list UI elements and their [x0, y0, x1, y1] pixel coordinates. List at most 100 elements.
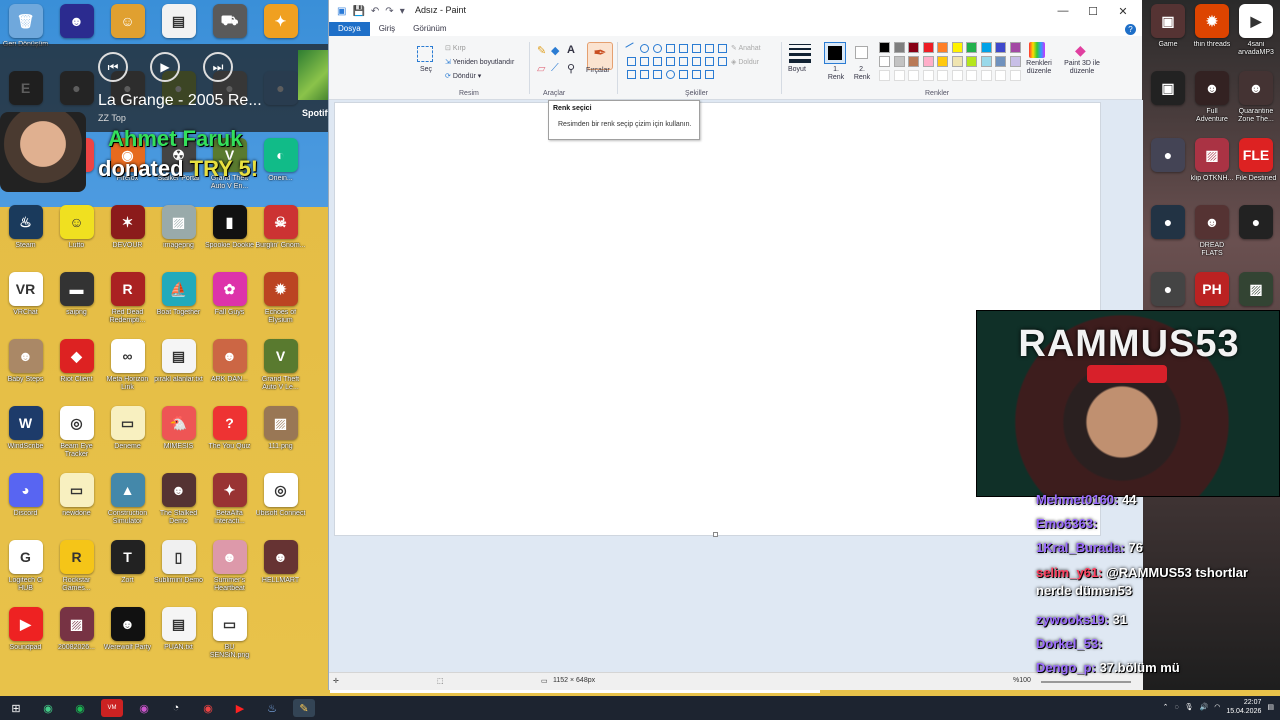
- shape-heart-icon[interactable]: [692, 70, 701, 79]
- desktop-icon-vrchat[interactable]: VR VRChat: [0, 268, 51, 335]
- desktop-icon-lutto[interactable]: ☺ Lutto: [51, 201, 102, 268]
- custom-color-slot[interactable]: [980, 70, 992, 81]
- fill-icon[interactable]: ◆: [551, 44, 559, 57]
- color-swatch[interactable]: [951, 42, 963, 53]
- minimize-button[interactable]: —: [1048, 0, 1078, 22]
- desktop-icon-game[interactable]: ▣ Game: [1146, 0, 1190, 67]
- youtube-taskbar-icon[interactable]: ▶: [229, 699, 251, 717]
- color-swatch[interactable]: [966, 56, 977, 67]
- magnifier-icon[interactable]: ⚲: [567, 62, 575, 75]
- shape-lightning-icon[interactable]: [705, 70, 714, 79]
- desktop-icon-hellmart[interactable]: ☻ HELLMART: [255, 536, 306, 603]
- desktop-icon-right-3[interactable]: ▣: [1146, 67, 1190, 134]
- shape-rounded-rectangle-icon[interactable]: [679, 44, 688, 53]
- color-swatch[interactable]: [908, 42, 919, 53]
- color-picker-icon[interactable]: ⟋: [551, 62, 559, 75]
- save-icon[interactable]: 💾: [352, 6, 364, 17]
- notification-icon[interactable]: ▤: [1267, 703, 1274, 711]
- brushes-button[interactable]: Fırçalar: [586, 67, 610, 74]
- color-swatch[interactable]: [893, 56, 905, 67]
- select-icon[interactable]: [417, 46, 433, 62]
- shape-star-5-icon[interactable]: [627, 70, 636, 79]
- shape-line-icon[interactable]: [625, 42, 638, 55]
- desktop-icon-right-9[interactable]: ●: [1146, 201, 1190, 268]
- color-swatch[interactable]: [995, 56, 1006, 67]
- pencil-icon[interactable]: ✎: [537, 44, 546, 57]
- desktop-icon-burglin-gnom[interactable]: ☠ Burglin' Gnom...: [255, 201, 306, 268]
- desktop-icon-meta-horizon-link[interactable]: ∞ Meta Horizon Link: [102, 335, 153, 402]
- shape-star-4-icon[interactable]: [718, 57, 727, 66]
- color-swatch[interactable]: [980, 56, 992, 67]
- desktop-icon-thin-threads[interactable]: ✹ thin threads: [1190, 0, 1234, 67]
- desktop-icon-sublimini-demo[interactable]: ▯ Sublimini Demo: [153, 536, 204, 603]
- tab-file[interactable]: Dosya: [329, 22, 370, 36]
- desktop-icon-devour[interactable]: ✶ DEVOUR: [102, 201, 153, 268]
- desktop-icon-beam-eye-tracker[interactable]: ◎ Beam Eye Tracker: [51, 402, 102, 469]
- shape-arrow-left-icon[interactable]: [679, 57, 688, 66]
- shape-right-triangle-icon[interactable]: [718, 44, 727, 53]
- desktop-icon-fall-guys[interactable]: ✿ Fall Guys: [204, 268, 255, 335]
- voicemeeter-taskbar-icon[interactable]: VM: [101, 699, 123, 717]
- desktop-icon-windscribe[interactable]: W WindScribe: [0, 402, 51, 469]
- microphone-icon[interactable]: 🎙: [1185, 703, 1194, 711]
- custom-color-slot[interactable]: [893, 70, 905, 81]
- desktop-icon-echoes-of-elysium[interactable]: ✹ Echoes of Elysium: [255, 268, 306, 335]
- play-button[interactable]: ▶: [150, 52, 180, 82]
- shape-callout-rect-icon[interactable]: [653, 70, 662, 79]
- desktop-icon-spookie-dookie[interactable]: ▮ Spookie Dookie: [204, 201, 255, 268]
- color-swatch[interactable]: [922, 42, 934, 53]
- shape-callout-oval-icon[interactable]: [666, 70, 675, 79]
- desktop-icon-20082026[interactable]: ▨ 20082026...: [51, 603, 102, 670]
- tab-home[interactable]: Giriş: [370, 22, 404, 36]
- desktop-icon-betaalfa-interacti[interactable]: ✦ BetaAlfa Interacti...: [204, 469, 255, 536]
- custom-color-slot[interactable]: [908, 70, 919, 81]
- clock[interactable]: 22:07 15.04.2026: [1226, 698, 1261, 716]
- undo-icon[interactable]: ↶: [371, 6, 379, 17]
- shape-triangle-icon[interactable]: [705, 44, 714, 53]
- edit-colors-button[interactable]: Renkleri düzenle: [1019, 60, 1059, 76]
- app-taskbar-icon[interactable]: ◉: [133, 699, 155, 717]
- desktop-icon-zort[interactable]: T Zort: [102, 536, 153, 603]
- previous-track-button[interactable]: ⏮: [98, 52, 128, 82]
- desktop-icon-construction-simulator[interactable]: ▲ Construction Simulator: [102, 469, 153, 536]
- desktop-icon-soundpad[interactable]: ▶ Soundpad: [0, 603, 51, 670]
- color-swatch[interactable]: [980, 42, 992, 53]
- desktop-icon-puan-txt[interactable]: ▤ PUAN.txt: [153, 603, 204, 670]
- redo-icon[interactable]: ↷: [385, 6, 393, 17]
- desktop-icon-saipng[interactable]: ▬ saipng: [51, 268, 102, 335]
- shape-curve-icon[interactable]: [640, 44, 649, 53]
- size-icon[interactable]: [789, 44, 811, 63]
- shape-arrow-right-icon[interactable]: [666, 57, 675, 66]
- custom-color-slot[interactable]: [937, 70, 948, 81]
- desktop-icon-klip-otknh[interactable]: ▨ klip OTKNH...: [1190, 134, 1234, 201]
- color-swatch[interactable]: [995, 42, 1006, 53]
- desktop-icon-discord[interactable]: ◕ Discord: [0, 469, 51, 536]
- color-swatch[interactable]: [1009, 42, 1021, 53]
- windows-start-icon[interactable]: ⊞: [5, 699, 27, 717]
- shape-oval-icon[interactable]: [653, 44, 662, 53]
- select-button[interactable]: Seç: [420, 66, 432, 73]
- network-icon[interactable]: ◌: [1174, 704, 1178, 711]
- desktop-icon-grand-theft-auto-v-le[interactable]: V Grand Theft Auto V Le...: [255, 335, 306, 402]
- shape-callout-cloud-icon[interactable]: [679, 70, 688, 79]
- brush-icon[interactable]: ✒: [587, 42, 613, 70]
- color-swatch[interactable]: [937, 42, 948, 53]
- steam-taskbar-icon[interactable]: ♨: [261, 699, 283, 717]
- fill-button[interactable]: ◈ Doldur: [731, 58, 759, 66]
- shape-rectangle-icon[interactable]: [666, 44, 675, 53]
- desktop-icon-ark-dan[interactable]: ☻ ARK DAN...: [204, 335, 255, 402]
- custom-color-slot[interactable]: [995, 70, 1006, 81]
- color2-swatch[interactable]: [855, 46, 868, 59]
- color-swatch[interactable]: [879, 42, 890, 53]
- next-track-button[interactable]: ⏭: [203, 52, 233, 82]
- desktop-icon-werewolf-party[interactable]: ☻ Werewolf Party: [102, 603, 153, 670]
- shape-diamond-icon[interactable]: [627, 57, 636, 66]
- horizontal-scrollbar[interactable]: [330, 690, 820, 693]
- custom-color-slot[interactable]: [879, 70, 890, 81]
- outline-button[interactable]: ✎ Anahat: [731, 44, 761, 52]
- browser-taskbar-icon[interactable]: ◉: [197, 699, 219, 717]
- color-swatch[interactable]: [893, 42, 905, 53]
- resize-button[interactable]: ⇲ Yeniden boyutlandır: [445, 58, 514, 66]
- help-icon[interactable]: ?: [1125, 24, 1136, 35]
- color-swatch[interactable]: [1009, 56, 1021, 67]
